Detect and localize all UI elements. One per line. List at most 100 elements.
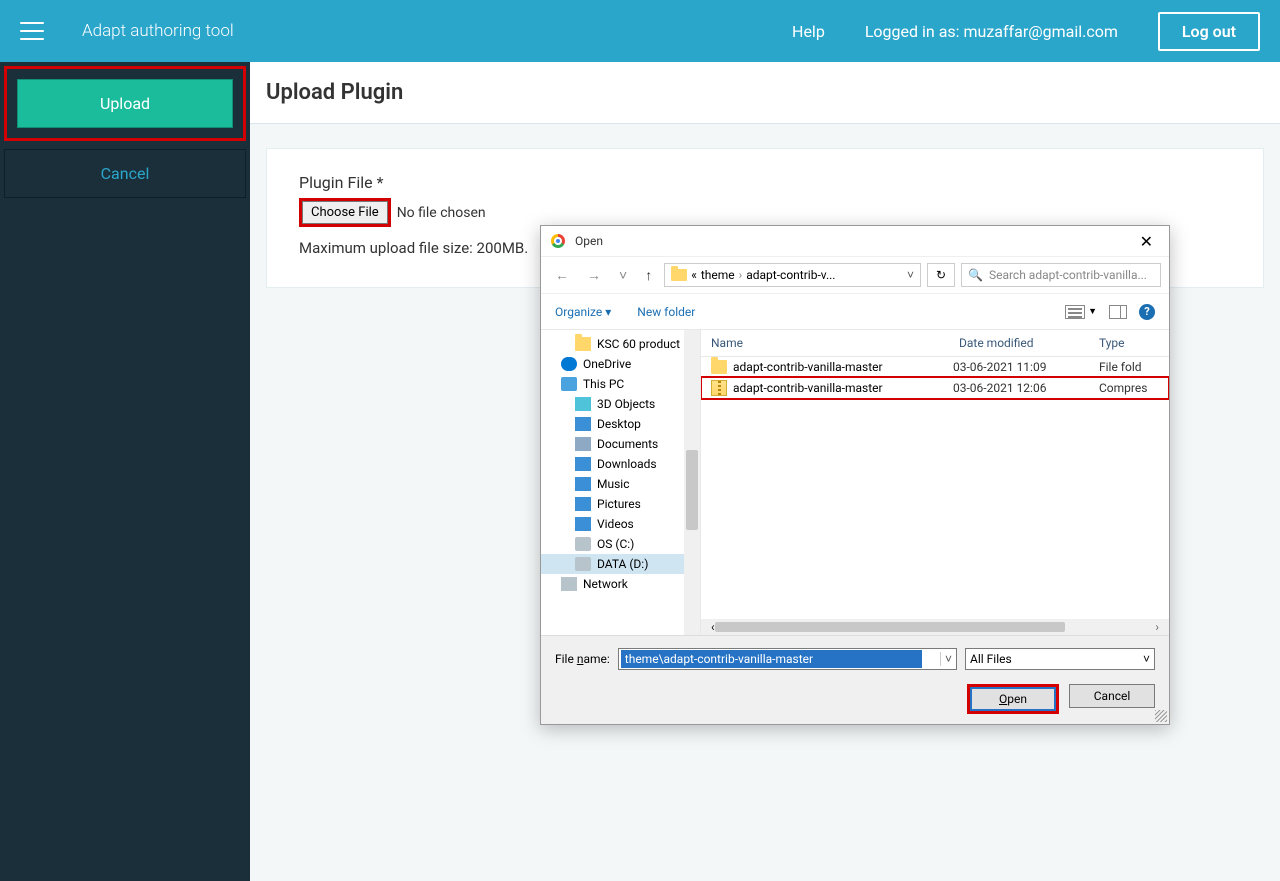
list-header: Name Date modified Type xyxy=(701,330,1169,357)
folder-icon xyxy=(711,360,727,374)
folder-icon xyxy=(575,337,591,351)
tree-item-label: 3D Objects xyxy=(597,397,655,411)
net-icon xyxy=(561,577,577,591)
chevron-down-icon: ▾ xyxy=(605,305,611,319)
tree-item-label: Downloads xyxy=(597,457,657,471)
field-label: Plugin File * xyxy=(299,173,1231,192)
tree-item[interactable]: Network xyxy=(541,574,700,594)
preview-pane-icon[interactable] xyxy=(1109,305,1127,319)
refresh-button[interactable]: ↻ xyxy=(927,263,955,287)
file-type: Compres xyxy=(1099,381,1159,395)
col-type[interactable]: Type xyxy=(1099,336,1159,350)
dialog-footer: File name: ˅ All Files ˅ Open Cancel xyxy=(541,635,1169,724)
help-link[interactable]: Help xyxy=(792,22,825,41)
tree-item[interactable]: Desktop xyxy=(541,414,700,434)
chevron-down-icon[interactable]: ˅ xyxy=(907,268,914,282)
chevron-right-icon: › xyxy=(739,268,743,282)
music-icon xyxy=(575,477,591,491)
file-name: adapt-contrib-vanilla-master xyxy=(733,381,883,395)
app-title: Adapt authoring tool xyxy=(82,21,234,41)
tree-item-label: Network xyxy=(583,577,628,591)
tree-item[interactable]: Pictures xyxy=(541,494,700,514)
tree-item[interactable]: Downloads xyxy=(541,454,700,474)
list-view-icon xyxy=(1065,305,1085,319)
dialog-title: Open xyxy=(575,234,603,248)
file-name-input[interactable] xyxy=(621,650,922,668)
doc-icon xyxy=(575,437,591,451)
chevron-down-icon[interactable]: ˅ xyxy=(940,652,956,666)
breadcrumb-part-2[interactable]: adapt-contrib-v... xyxy=(746,268,835,282)
tree-item[interactable]: KSC 60 product xyxy=(541,334,700,354)
dialog-cancel-button[interactable]: Cancel xyxy=(1069,684,1155,708)
desktop-icon xyxy=(575,417,591,431)
tree-item-label: Music xyxy=(597,477,629,491)
file-row[interactable]: adapt-contrib-vanilla-master 03-06-2021 1… xyxy=(701,377,1169,399)
top-bar: Adapt authoring tool Help Logged in as: … xyxy=(0,0,1280,62)
tree-item-label: Videos xyxy=(597,517,634,531)
file-name-field[interactable]: ˅ xyxy=(618,648,957,670)
tree-item-label: OS (C:) xyxy=(597,537,634,551)
tree-item[interactable]: OneDrive xyxy=(541,354,700,374)
logged-in-text: Logged in as: muzaffar@gmail.com xyxy=(865,22,1118,41)
file-date: 03-06-2021 12:06 xyxy=(953,381,1093,395)
file-list: Name Date modified Type adapt-contrib-va… xyxy=(701,330,1169,635)
chevron-down-icon: ˅ xyxy=(1143,652,1150,666)
address-bar[interactable]: « theme › adapt-contrib-v... ˅ xyxy=(664,263,921,287)
new-folder-button[interactable]: New folder xyxy=(637,305,695,319)
tree-item[interactable]: Videos xyxy=(541,514,700,534)
dialog-nav-row: ← → ˅ ↑ « theme › adapt-contrib-v... ˅ ↻… xyxy=(541,256,1169,294)
tree-item[interactable]: DATA (D:) xyxy=(541,554,700,574)
tree-item-label: DATA (D:) xyxy=(597,557,648,571)
breadcrumb-prefix: « xyxy=(691,268,697,282)
scroll-thumb[interactable] xyxy=(686,450,698,530)
file-name-label: File name: xyxy=(555,652,610,666)
file-type-filter[interactable]: All Files ˅ xyxy=(965,648,1155,670)
recent-dropdown-icon[interactable]: ˅ xyxy=(613,267,633,284)
sidebar: Upload Cancel xyxy=(0,62,250,881)
tree-item-label: KSC 60 product xyxy=(597,337,680,351)
open-highlight: Open xyxy=(967,684,1059,714)
tree-item[interactable]: Documents xyxy=(541,434,700,454)
drive-icon xyxy=(575,537,591,551)
tree-item[interactable]: OS (C:) xyxy=(541,534,700,554)
drive-icon xyxy=(575,557,591,571)
cancel-button[interactable]: Cancel xyxy=(4,149,246,198)
back-icon[interactable]: ← xyxy=(549,267,575,284)
scroll-thumb[interactable] xyxy=(715,622,1065,632)
folder-icon xyxy=(671,269,687,281)
scroll-right-icon[interactable]: › xyxy=(1155,620,1159,634)
file-name: adapt-contrib-vanilla-master xyxy=(733,360,883,374)
horizontal-scrollbar[interactable]: ‹ › xyxy=(701,619,1169,635)
upload-button[interactable]: Upload xyxy=(17,79,233,128)
up-icon[interactable]: ↑ xyxy=(639,267,658,284)
view-options-button[interactable]: ▼ xyxy=(1065,305,1097,319)
search-input[interactable]: 🔍 Search adapt-contrib-vanilla... xyxy=(961,263,1161,287)
breadcrumb-part-1[interactable]: theme xyxy=(701,268,735,282)
forward-icon: → xyxy=(581,267,607,284)
search-icon: 🔍 xyxy=(968,268,983,282)
tree-item[interactable]: Music xyxy=(541,474,700,494)
tree-scrollbar[interactable] xyxy=(684,330,700,635)
close-icon[interactable]: ✕ xyxy=(1134,232,1159,251)
tree-item[interactable]: 3D Objects xyxy=(541,394,700,414)
tree-item[interactable]: This PC xyxy=(541,374,700,394)
resize-grip[interactable] xyxy=(1155,710,1167,722)
logout-button[interactable]: Log out xyxy=(1158,12,1260,51)
vid-icon xyxy=(575,517,591,531)
dialog-toolbar: Organize ▾ New folder ▼ ? xyxy=(541,294,1169,330)
open-button[interactable]: Open xyxy=(970,687,1056,711)
dialog-titlebar: Open ✕ xyxy=(541,226,1169,256)
organize-menu[interactable]: Organize ▾ xyxy=(555,305,611,319)
tree-item-label: Pictures xyxy=(597,497,641,511)
menu-icon[interactable] xyxy=(20,22,44,40)
help-icon[interactable]: ? xyxy=(1139,304,1155,320)
file-type: File fold xyxy=(1099,360,1159,374)
col-name[interactable]: Name xyxy=(711,336,959,350)
choose-file-highlight: Choose File xyxy=(299,198,391,227)
col-date[interactable]: Date modified xyxy=(959,336,1099,350)
chevron-down-icon: ▼ xyxy=(1088,306,1097,317)
choose-file-button[interactable]: Choose File xyxy=(302,201,388,224)
file-row[interactable]: adapt-contrib-vanilla-master03-06-2021 1… xyxy=(701,357,1169,377)
chrome-icon xyxy=(551,234,565,248)
zip-icon xyxy=(711,380,727,396)
